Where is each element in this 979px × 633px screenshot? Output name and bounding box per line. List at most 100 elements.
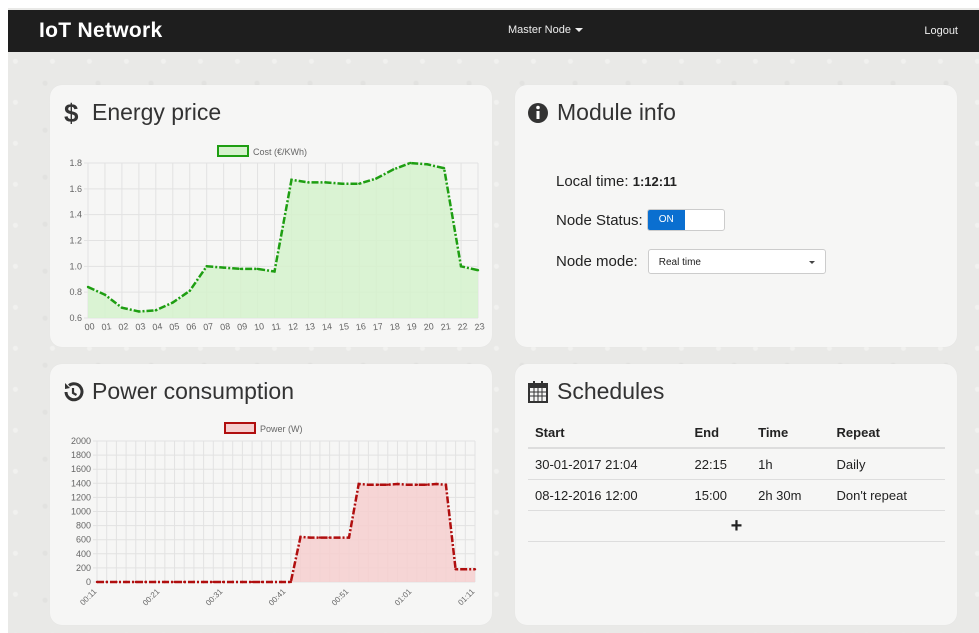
node-mode-label: Node mode: [556,253,638,270]
y-tick-label: 1800 [71,450,91,460]
data-point [103,293,107,296]
y-tick-label: 1.4 [69,210,82,220]
x-tick-label: 15 [338,321,349,332]
x-tick-label: 00 [84,321,95,332]
data-point [408,161,412,165]
data-point [347,536,351,539]
col-end: End [687,417,752,449]
cell-time: 2h 30m [751,479,830,511]
data-point [392,168,395,171]
brand-logo[interactable]: IoT Network [39,19,162,43]
add-schedule-button[interactable]: + [731,515,743,537]
x-tick-label: 09 [237,321,248,332]
module-info-title: Module info [527,99,676,126]
x-tick-label: 02 [118,321,129,332]
data-point [212,580,215,584]
data-point [376,483,380,486]
table-row[interactable]: 30-01-2017 21:04 22:15 1h Daily [528,448,945,480]
col-repeat: Repeat [829,417,945,449]
y-tick-label: 1.6 [69,184,82,194]
toggle-on-label: ON [647,210,685,230]
node-dropdown[interactable]: Master Node [508,24,583,36]
y-tick-label: 1.8 [69,158,82,168]
data-point [324,181,327,184]
x-tick-label: 07 [203,321,214,332]
x-tick-label: 23 [474,321,485,332]
data-point [250,580,254,584]
x-tick-label: 00:11 [78,587,98,607]
x-tick-label: 21 [440,321,451,332]
y-tick-label: 1600 [71,464,91,474]
y-tick-label: 800 [76,521,91,531]
x-tick-label: 06 [186,321,197,332]
cell-time: 1h [751,448,830,480]
data-point [386,483,389,486]
x-tick-label: 00:21 [141,587,162,608]
data-point [188,289,191,293]
data-point [163,580,167,584]
schedules-title: Schedules [527,378,664,405]
data-point [425,483,428,486]
x-tick-label: 17 [372,321,383,332]
legend-label: Cost (€/KWh) [253,147,307,157]
data-point [173,580,176,584]
y-tick-label: 1.0 [69,261,82,271]
data-point [444,483,448,486]
x-tick-label: 08 [220,321,231,332]
data-point [154,309,158,312]
data-point [192,580,196,584]
x-tick-label: 00:51 [330,587,351,608]
data-point [95,580,99,584]
x-tick-label: 01:11 [456,587,476,607]
x-tick-label: 13 [304,321,315,332]
node-status-toggle[interactable]: ON [646,209,725,231]
y-tick-label: 1400 [71,478,91,488]
y-tick-label: 1000 [71,507,91,517]
data-point [273,270,276,273]
data-point [338,536,341,539]
data-point [202,580,205,584]
x-tick-label: 18 [389,321,400,332]
data-point [473,568,477,571]
node-mode-value: Real time [658,257,701,268]
data-point [183,580,186,584]
data-point [86,285,90,289]
data-point [124,580,128,584]
y-tick-label: 0.8 [69,287,82,297]
data-point [425,163,429,166]
x-tick-label: 01 [101,321,112,332]
data-point [153,580,157,584]
col-start: Start [528,417,688,449]
data-point [115,580,118,584]
cell-repeat: Don't repeat [829,479,945,511]
col-time: Time [751,417,830,449]
legend-swatch [224,422,256,434]
logout-link[interactable]: Logout [924,25,958,37]
add-row: + [528,510,945,542]
schedules-card: Schedules Start End Time Repeat 30-01-20… [515,364,957,625]
data-point [290,178,293,181]
data-point [442,166,446,170]
x-tick-label: 01:01 [393,587,414,608]
data-point [241,580,244,584]
table-header-row: Start End Time Repeat [528,417,945,449]
node-status-label: Node Status: [556,211,643,229]
data-point [307,181,310,184]
data-point [318,536,322,539]
x-tick-label: 16 [355,321,366,332]
data-point [171,301,174,304]
data-point [105,580,108,584]
data-point [137,310,141,313]
data-point [435,482,438,486]
y-tick-label: 2000 [71,436,91,446]
x-tick-label: 00:31 [204,587,225,608]
data-point [256,267,259,271]
local-time-row: Local time: 1:12:11 [556,173,677,190]
info-icon [527,100,551,126]
data-point [454,568,457,571]
data-point [328,536,331,539]
node-mode-select[interactable]: Real time [647,249,826,274]
cell-start: 30-01-2017 21:04 [528,448,688,480]
table-row[interactable]: 08-12-2016 12:00 15:00 2h 30m Don't repe… [528,479,945,511]
data-point [396,482,399,486]
